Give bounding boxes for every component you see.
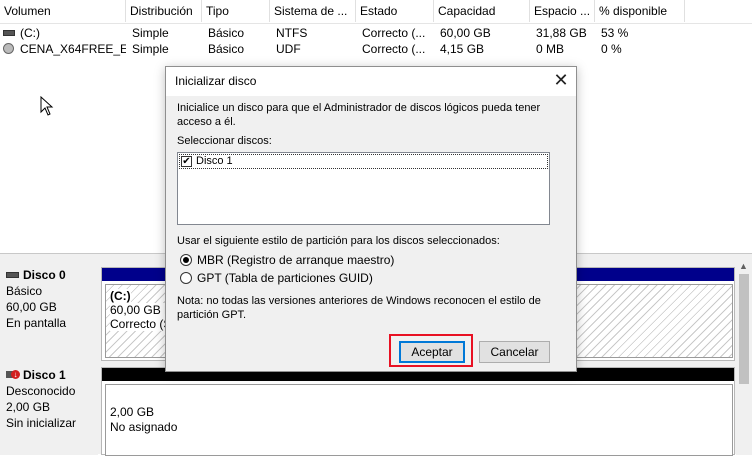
column-header-estado[interactable]: Estado (356, 0, 434, 22)
disk-1-name: Disco 1 (23, 368, 66, 382)
gpt-option-label: GPT (Tabla de particiones GUID) (197, 271, 373, 285)
list-item[interactable]: ✔ Disco 1 (179, 154, 548, 169)
scroll-up-icon[interactable]: ▲ (739, 261, 748, 271)
mbr-option-label: MBR (Registro de arranque maestro) (197, 253, 395, 267)
disk-1-item-label: Disco 1 (196, 155, 233, 167)
partition-c-size: 60,00 GB N (110, 303, 173, 317)
volume-free-space: 0 MB (536, 42, 565, 56)
disk-1-type: Desconocido (6, 384, 76, 398)
mbr-radio[interactable] (180, 254, 192, 266)
disk-1-size: 2,00 GB (6, 400, 51, 414)
partition-style-label: Usar el siguiente estilo de partición pa… (177, 235, 500, 247)
volume-table-header: Volumen Distribución Tipo Sistema de ...… (0, 0, 752, 24)
gpt-note: Nota: no todas las versiones anteriores … (177, 295, 541, 321)
volume-percent-free: 53 % (601, 26, 629, 40)
error-badge-icon: ↓ (11, 370, 20, 379)
volume-type: Básico (208, 42, 245, 56)
volume-status: Correcto (... (362, 26, 426, 40)
column-header-distribucion[interactable]: Distribución (126, 0, 202, 22)
column-header-disponible[interactable]: % disponible (595, 0, 685, 22)
dialog-titlebar[interactable]: Inicializar disco ✕ (166, 67, 576, 96)
table-row[interactable]: (C:) Simple Básico NTFS Correcto (... 60… (0, 25, 752, 41)
drive-icon (3, 30, 15, 36)
volume-layout: Simple (132, 26, 169, 40)
select-disks-label: Seleccionar discos: (177, 135, 272, 147)
dialog-description: Inicialice un disco para que el Administ… (177, 102, 541, 128)
initialize-disk-dialog: Inicializar disco ✕ Inicialice un disco … (165, 66, 577, 372)
disk-icon (6, 272, 19, 278)
dialog-title: Inicializar disco (175, 74, 257, 88)
partition-c-label: (C:) (110, 289, 131, 303)
table-row[interactable]: CENA_X64FREE_ES... Simple Básico UDF Cor… (0, 41, 752, 57)
volume-status: Correcto (... (362, 42, 426, 56)
volume-filesystem: NTFS (276, 26, 308, 40)
volume-capacity: 4,15 GB (440, 42, 485, 56)
partition-c-status: Correcto (S (110, 317, 172, 331)
scrollbar-thumb[interactable] (739, 274, 749, 384)
volume-capacity: 60,00 GB (440, 26, 491, 40)
volume-name: (C:) (20, 26, 40, 40)
volume-filesystem: UDF (276, 42, 301, 56)
disk-1-status: Sin inicializar (6, 416, 77, 430)
disk-1-checkbox[interactable]: ✔ (181, 156, 192, 167)
volume-percent-free: 0 % (601, 42, 622, 56)
close-icon[interactable]: ✕ (548, 69, 574, 93)
disk-0-status: En pantalla (6, 316, 67, 330)
column-header-espacio[interactable]: Espacio ... (530, 0, 595, 22)
unallocated-space[interactable]: 2,00 GB No asignado (105, 384, 733, 456)
disk-0-size: 60,00 GB (6, 300, 57, 314)
disk-0-type: Básico (6, 284, 43, 298)
disk-0-name: Disco 0 (23, 268, 66, 282)
gpt-radio[interactable] (180, 272, 192, 284)
disk-1-partitions: 2,00 GB No asignado (101, 367, 735, 456)
cd-drive-icon (3, 43, 14, 54)
disk-listbox[interactable]: ✔ Disco 1 (177, 152, 550, 225)
volume-name: CENA_X64FREE_ES... (20, 42, 126, 56)
unallocated-size: 2,00 GB (110, 405, 155, 419)
cancel-button[interactable]: Cancelar (479, 341, 550, 363)
column-header-tipo[interactable]: Tipo (202, 0, 270, 22)
disk-1-info[interactable]: ↓ Disco 1 Desconocido 2,00 GB Sin inicia… (0, 367, 98, 455)
column-header-sistema[interactable]: Sistema de ... (270, 0, 356, 22)
volume-layout: Simple (132, 42, 169, 56)
vertical-scrollbar[interactable]: ▲ (736, 254, 752, 455)
column-header-volumen[interactable]: Volumen (0, 0, 126, 22)
dialog-body: Inicialice un disco para que el Administ… (166, 96, 576, 371)
accept-button[interactable]: Aceptar (399, 341, 465, 363)
volume-type: Básico (208, 26, 245, 40)
disk-0-info[interactable]: Disco 0 Básico 60,00 GB En pantalla (0, 267, 98, 361)
column-header-capacidad[interactable]: Capacidad (434, 0, 530, 22)
mouse-pointer-icon (40, 96, 54, 116)
unallocated-label: No asignado (110, 420, 178, 434)
volume-free-space: 31,88 GB (536, 26, 587, 40)
